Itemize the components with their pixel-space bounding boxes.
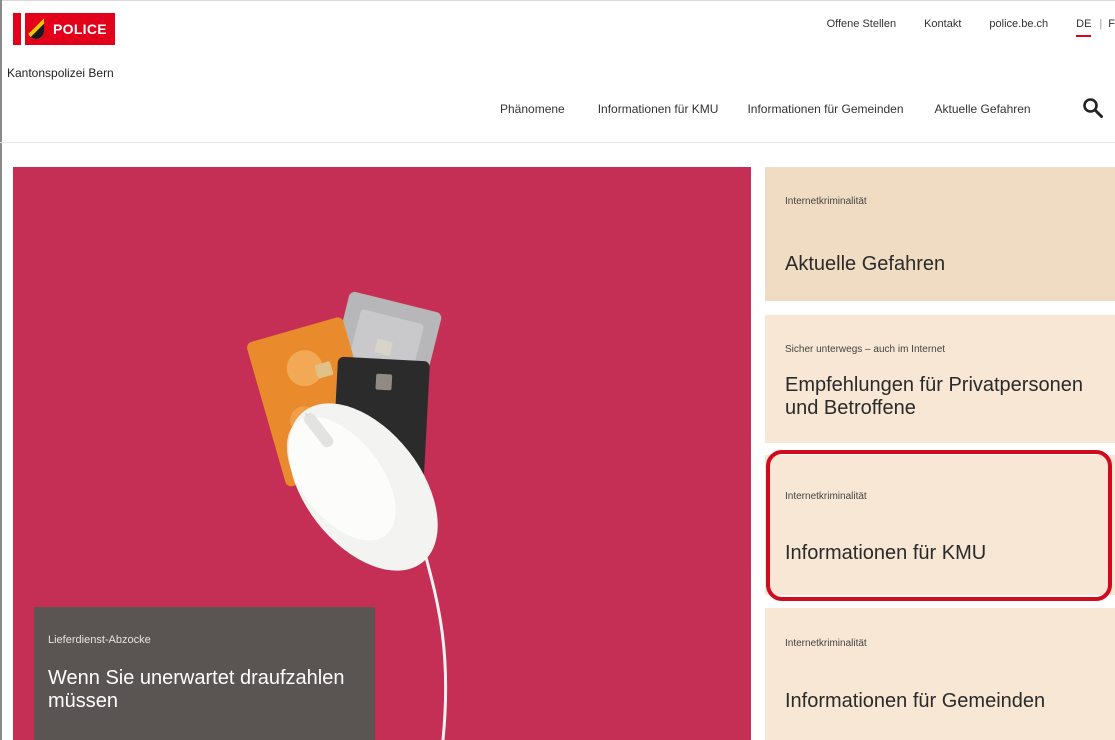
card-kicker: Sicher unterwegs – auch im Internet (785, 344, 946, 355)
frame-left-border (0, 0, 2, 740)
language-de[interactable]: DE (1076, 18, 1092, 37)
hero-caption: Lieferdienst-Abzocke Wenn Sie unerwartet… (34, 607, 375, 740)
card-kicker: Internetkriminalität (785, 638, 867, 649)
card-empfehlungen[interactable]: Sicher unterwegs – auch im Internet Empf… (765, 315, 1115, 443)
card-title: Empfehlungen für Privatpersonen und Betr… (785, 374, 1083, 419)
card-title: Aktuelle Gefahren (785, 253, 946, 275)
card-informationen-gemeinden[interactable]: Internetkriminalität Informationen für G… (765, 608, 1115, 740)
card-aktuelle-gefahren[interactable]: Internetkriminalität Aktuelle Gefahren (765, 167, 1115, 301)
logo-red-bar (13, 13, 21, 45)
hero-kicker: Lieferdienst-Abzocke (48, 634, 151, 646)
hero-teaser[interactable]: Lieferdienst-Abzocke Wenn Sie unerwartet… (13, 167, 751, 740)
main-nav: Phänomene Informationen für KMU Informat… (500, 102, 1031, 116)
language-separator: | (1099, 18, 1103, 30)
utility-link-police-be[interactable]: police.be.ch (989, 18, 1048, 30)
site-name: Kantonspolizei Bern (7, 66, 114, 80)
utility-link-jobs[interactable]: Offene Stellen (827, 18, 897, 30)
bern-crest-icon (25, 13, 47, 45)
header-divider (0, 142, 1115, 143)
utility-nav: Offene Stellen Kontakt police.be.ch DE |… (827, 18, 1115, 37)
police-logo[interactable]: POLICE (13, 13, 115, 45)
card-informationen-kmu[interactable]: Internetkriminalität Informationen für K… (765, 455, 1115, 595)
card-kicker: Internetkriminalität (785, 491, 867, 502)
nav-item-phaenomene[interactable]: Phänomene (500, 102, 565, 116)
card-title: Informationen für Gemeinden (785, 690, 1046, 712)
search-icon[interactable] (1082, 97, 1104, 119)
nav-item-aktuelle-gefahren[interactable]: Aktuelle Gefahren (935, 102, 1031, 116)
frame-top-border (0, 0, 1115, 1)
logo-text: POLICE (47, 13, 115, 45)
language-switcher: DE | F (1076, 18, 1115, 37)
card-kicker: Internetkriminalität (785, 196, 867, 207)
nav-item-kmu[interactable]: Informationen für KMU (598, 102, 719, 116)
hero-title: Wenn Sie unerwartet draufzahlen müssen (48, 667, 345, 712)
utility-link-contact[interactable]: Kontakt (924, 18, 961, 30)
nav-item-gemeinden[interactable]: Informationen für Gemeinden (747, 102, 903, 116)
card-title: Informationen für KMU (785, 542, 987, 564)
language-fr[interactable]: F (1108, 18, 1115, 30)
